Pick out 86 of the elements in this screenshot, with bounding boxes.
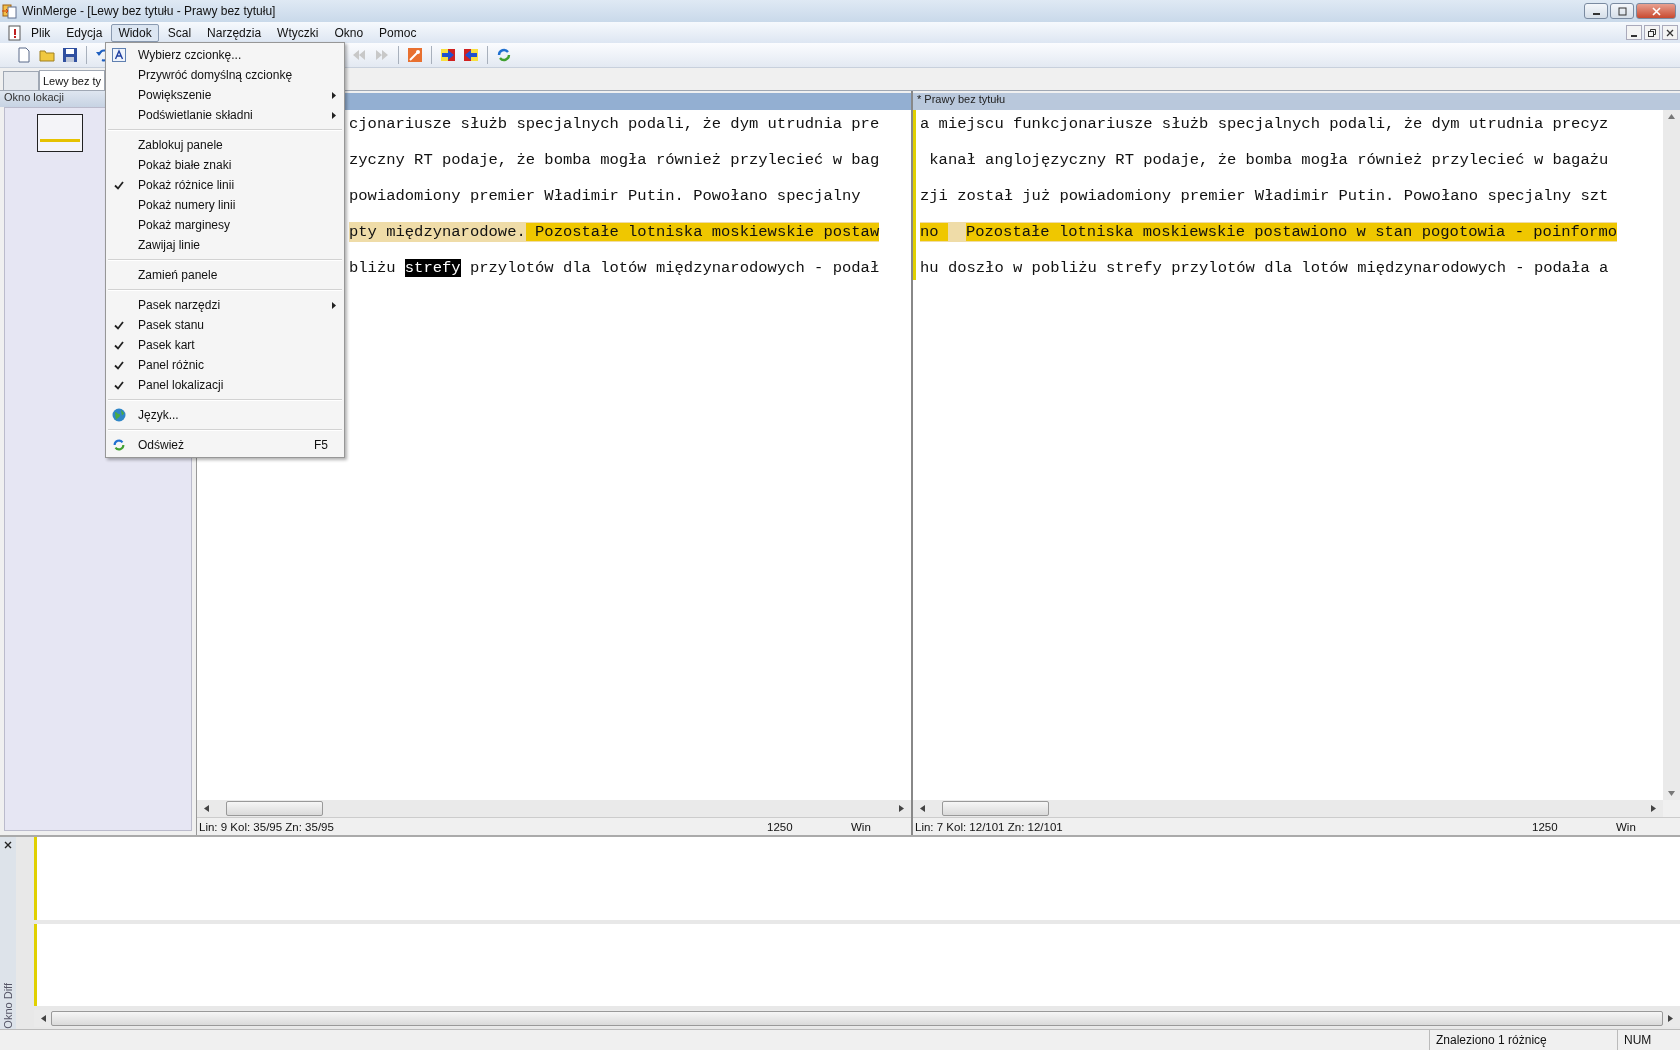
- save-icon[interactable]: [60, 45, 80, 65]
- restore-icon: [1648, 28, 1656, 37]
- scroll-right-icon[interactable]: [1651, 805, 1656, 812]
- code-text: kanał anglojęzyczny RT podaje, że bomba mogła również przylecieć w bagażu: [928, 151, 1609, 169]
- code-text: hu doszło w pobliżu strefy przylotów dla lotów międzynarodowych - podała a: [920, 259, 1609, 277]
- menu-item[interactable]: Wtyczki: [270, 23, 326, 42]
- status-text: Win: [850, 820, 871, 833]
- menu-item[interactable]: Scal: [160, 23, 199, 42]
- location-thumbnail: [37, 114, 83, 152]
- close-button[interactable]: [2, 839, 14, 851]
- pane-title: Okno Diff: [2, 982, 14, 1029]
- code-text: powiadomiony premier Władimir Putin. Powołano specjalny: [349, 187, 861, 205]
- scroll-right-icon[interactable]: [899, 805, 904, 812]
- code-text: bliżu: [349, 259, 397, 277]
- minimize-icon: [1631, 34, 1637, 37]
- scroll-down-icon[interactable]: [1668, 791, 1675, 796]
- menu-item[interactable]: Plik: [24, 23, 58, 42]
- code-text: pty międzynarodowe.: [349, 223, 526, 241]
- code-text: cjonariusze służb specjalnych podali, że dym utrudnia pre: [349, 115, 880, 133]
- refresh-icon: [112, 438, 126, 452]
- menu-item[interactable]: Pokaż marginesy: [106, 215, 344, 235]
- menu-item[interactable]: Okno: [327, 23, 371, 42]
- menu-item[interactable]: Pokaż numery linii: [106, 195, 344, 215]
- close-icon: [1666, 28, 1674, 37]
- font-icon: [112, 48, 126, 62]
- code-text: zji został już powiadomiony premier Władimir Putin. Powołano specjalny szt: [920, 187, 1609, 205]
- scroll-left-icon[interactable]: [920, 805, 925, 812]
- pane-header: * Prawy bez tytułu: [913, 93, 1680, 110]
- menu-item[interactable]: Zamień panele: [106, 265, 344, 285]
- app-icon: [2, 3, 18, 19]
- code-text: no: [920, 223, 948, 241]
- menu-item[interactable]: Widok: [111, 23, 159, 42]
- horizontal-scrollbar[interactable]: [197, 800, 911, 817]
- menu-item[interactable]: Zablokuj panele: [106, 135, 344, 155]
- close-button[interactable]: [1662, 25, 1678, 40]
- menu-item[interactable]: Odśwież F5: [106, 435, 344, 455]
- scroll-left-icon[interactable]: [41, 1015, 46, 1022]
- submenu-arrow-icon: [332, 91, 336, 99]
- status-text: 1250: [766, 820, 794, 833]
- close-icon: [4, 841, 12, 849]
- menu-item[interactable]: Pokaż białe znaki: [106, 155, 344, 175]
- menu-item[interactable]: Panel lokalizacji: [106, 375, 344, 395]
- close-icon: [1651, 6, 1661, 16]
- maximize-icon: [1617, 6, 1627, 16]
- menu-item[interactable]: Podświetlanie składni: [106, 105, 344, 125]
- window-title: WinMerge - [Lewy bez tytułu - Prawy bez tytułu]: [22, 4, 276, 18]
- status-text: 1250: [1531, 820, 1559, 833]
- minimize-button[interactable]: [1584, 3, 1608, 19]
- code-text: przylotów dla lotów międzynarodowych - podał: [468, 259, 880, 277]
- minimize-icon: [1592, 13, 1600, 15]
- status-text: Znaleziono 1 różnicę: [1429, 1030, 1617, 1050]
- menu-item[interactable]: Pokaż różnice linii: [106, 175, 344, 195]
- code-text: Pozostałe lotniska moskiewskie postaw: [525, 223, 880, 241]
- menu-item[interactable]: Pasek stanu: [106, 315, 344, 335]
- status-text: NUM: [1617, 1030, 1680, 1050]
- menu-item[interactable]: Wybierz czcionkę...: [106, 45, 344, 65]
- menu-item[interactable]: Narzędzia: [200, 23, 269, 42]
- submenu-arrow-icon: [332, 301, 336, 309]
- menu-item[interactable]: Pomoc: [372, 23, 424, 42]
- code-text: strefy: [404, 259, 461, 277]
- vertical-scrollbar[interactable]: [1663, 110, 1680, 800]
- menu-item[interactable]: Przywróć domyślną czcionkę: [106, 65, 344, 85]
- restore-button[interactable]: [1644, 25, 1660, 40]
- status-text: Win: [1615, 820, 1636, 833]
- menu-item[interactable]: Pasek kart: [106, 335, 344, 355]
- wrench-icon[interactable]: [405, 45, 425, 65]
- minimize-button[interactable]: [1626, 25, 1642, 40]
- menu-item[interactable]: Język...: [106, 405, 344, 425]
- code-text: a miejscu funkcjonariusze służb specjalnych podali, że dym utrudnia precyz: [920, 115, 1609, 133]
- submenu-arrow-icon: [332, 111, 336, 119]
- globe-icon: [112, 408, 126, 422]
- status-text: Lin: 7 Kol: 12/101 Zn: 12/101: [914, 820, 1064, 833]
- menu-item[interactable]: Panel różnic: [106, 355, 344, 375]
- code-text: Pozostałe lotniska moskiewskie postawiono w stan pogotowia - poinformo: [965, 223, 1617, 241]
- document-icon: [8, 24, 22, 41]
- menu-item[interactable]: Edycja: [59, 23, 110, 42]
- status-text: Lin: 9 Kol: 35/95 Zn: 35/95: [198, 820, 335, 833]
- scroll-up-icon[interactable]: [1668, 114, 1675, 119]
- document-tab[interactable]: Lewy bez ty: [39, 70, 106, 90]
- scroll-right-icon[interactable]: [1668, 1015, 1673, 1022]
- checkmark-icon: [114, 180, 124, 190]
- menu-item[interactable]: Pasek narzędzi: [106, 295, 344, 315]
- code-text: zyczny RT podaje, że bomba mogła również przylecieć w bag: [349, 151, 880, 169]
- horizontal-scrollbar[interactable]: [913, 800, 1663, 817]
- menu-item[interactable]: Zawijaj linie: [106, 235, 344, 255]
- scroll-left-icon[interactable]: [204, 805, 209, 812]
